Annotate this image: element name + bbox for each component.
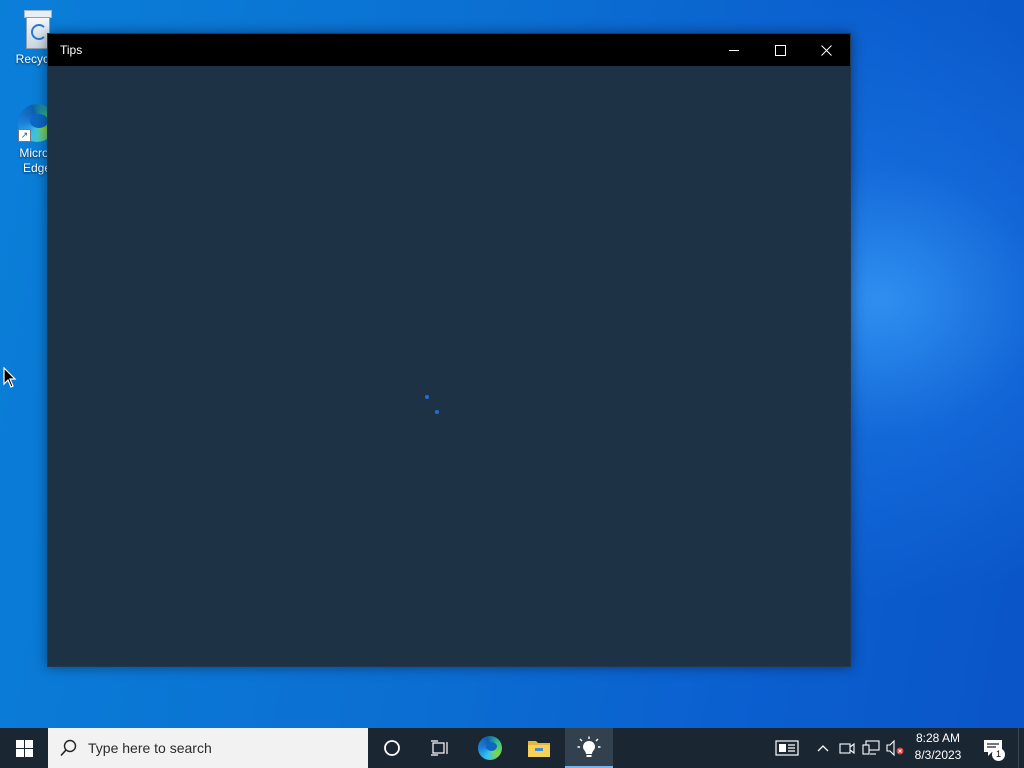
mouse-pointer-icon	[3, 367, 17, 388]
volume-button[interactable]	[885, 728, 905, 768]
spinner-dot	[425, 395, 429, 399]
show-hidden-icons-button[interactable]	[814, 728, 832, 768]
clock-time: 8:28 AM	[915, 731, 961, 745]
meet-now-icon	[839, 742, 855, 755]
taskbar: Type here to search 8:28 AM 8/3/2023 1	[0, 728, 1024, 768]
search-icon	[60, 739, 77, 757]
task-view-button[interactable]	[416, 728, 464, 768]
maximize-button[interactable]	[757, 34, 803, 66]
news-icon	[775, 740, 799, 756]
task-view-icon	[431, 740, 448, 756]
file-explorer-button[interactable]	[515, 728, 563, 768]
title-bar[interactable]: Tips	[48, 34, 850, 66]
clock-date: 8/3/2023	[914, 748, 962, 762]
news-and-interests-button[interactable]	[774, 728, 800, 768]
clock[interactable]: 8:28 AM 8/3/2023	[910, 730, 966, 766]
meet-now-button[interactable]	[838, 728, 856, 768]
file-explorer-icon	[528, 741, 550, 757]
minimize-button[interactable]	[711, 34, 757, 66]
close-icon	[820, 44, 832, 56]
cortana-button[interactable]	[368, 728, 416, 768]
edge-taskbar-button[interactable]	[466, 728, 514, 768]
edge-icon	[478, 736, 502, 760]
maximize-icon	[774, 44, 786, 56]
windows-logo-icon	[15, 739, 33, 757]
network-icon	[862, 740, 880, 755]
search-box[interactable]: Type here to search	[48, 728, 368, 768]
shortcut-arrow-icon: ↗	[18, 129, 31, 142]
tips-window: Tips	[47, 33, 851, 667]
show-desktop-button[interactable]	[1018, 728, 1024, 768]
window-title: Tips	[60, 43, 83, 57]
notification-badge: 1	[992, 748, 1005, 761]
start-button[interactable]	[0, 728, 48, 768]
spinner-dot	[435, 410, 439, 414]
chevron-up-icon	[817, 745, 829, 752]
action-center-button[interactable]: 1	[980, 728, 1006, 768]
minimize-icon	[729, 49, 739, 51]
tips-taskbar-button[interactable]	[565, 728, 613, 768]
cortana-icon	[384, 740, 400, 756]
tips-lightbulb-icon	[577, 736, 601, 757]
volume-muted-icon	[886, 740, 904, 756]
network-button[interactable]	[861, 728, 881, 768]
search-placeholder: Type here to search	[88, 740, 212, 756]
desktop: Recycle ↗ Micros Edge Tips	[0, 0, 1024, 728]
close-button[interactable]	[803, 34, 849, 66]
